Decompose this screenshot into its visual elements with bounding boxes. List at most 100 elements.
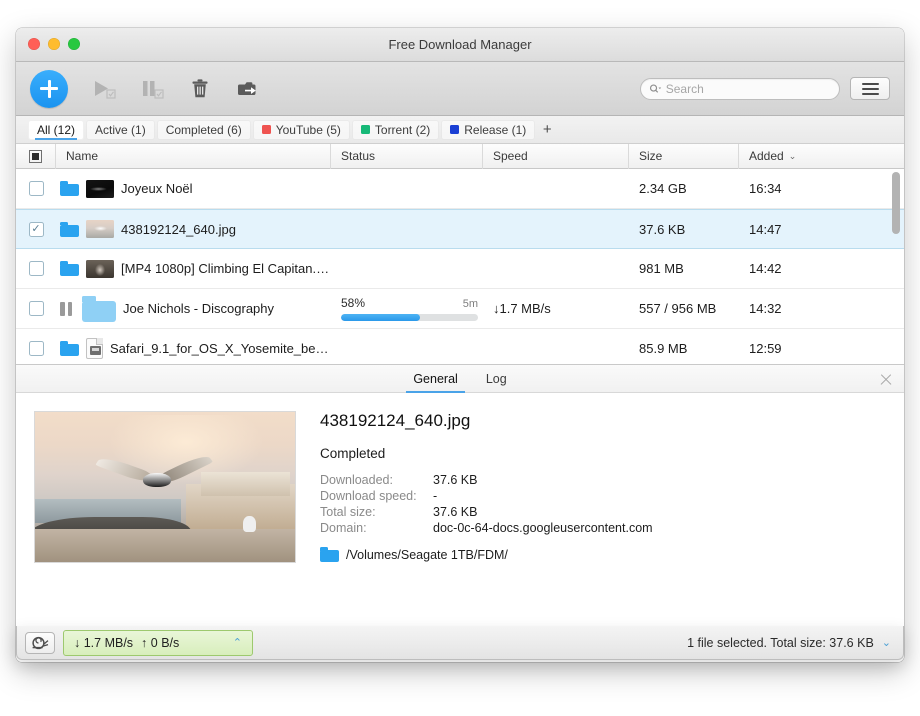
table-row[interactable]: Joe Nichols - Discography 58% 5m ↓1.7 [16,289,904,329]
row-checkbox[interactable] [29,301,44,316]
speed-limit-button[interactable] [25,632,55,654]
column-header-speed[interactable]: Speed [483,144,629,169]
column-header-label: Name [66,149,98,163]
app-menu-button[interactable] [850,77,890,100]
select-all-checkbox-icon[interactable] [29,150,42,163]
row-speed-cell [483,169,629,209]
column-header-label: Status [341,149,375,163]
table-row[interactable]: Joyeux Noël 2.34 GB 16:34 [16,169,904,209]
transfer-speed-indicator[interactable]: ↓ 1.7 MB/s ↑ 0 B/s ⌃ [63,630,253,656]
row-checkbox[interactable] [29,222,44,237]
row-added-cell: 12:59 [739,329,844,365]
delete-download-button[interactable] [178,69,222,109]
filter-tab-label: Completed (6) [166,123,242,137]
row-status-cell [331,329,483,365]
download-path: /Volumes/Seagate 1TB/FDM/ [346,548,508,562]
row-added-cell: 14:47 [739,209,844,249]
file-preview-image [34,411,296,563]
row-select-cell[interactable] [16,169,56,209]
window-titlebar: Free Download Manager [16,28,904,62]
row-size-cell: 557 / 956 MB [629,289,739,329]
row-name-cell: Joyeux Noël [56,169,331,209]
move-to-folder-icon [235,77,261,101]
pause-icon [138,77,166,101]
folder-icon [320,547,339,562]
row-checkbox[interactable] [29,261,44,276]
column-header-size[interactable]: Size [629,144,739,169]
start-download-button[interactable] [82,69,126,109]
filter-tab-youtube[interactable]: YouTube (5) [253,120,350,140]
search-icon [649,83,662,95]
chevron-down-icon[interactable]: ⌄ [882,636,891,649]
chevron-up-icon[interactable]: ⌃ [233,636,242,649]
pause-download-button[interactable] [130,69,174,109]
column-header-label: Size [639,149,662,163]
row-select-cell[interactable] [16,329,56,365]
file-thumbnail [86,260,114,278]
filter-tab-label: Active (1) [95,123,146,137]
detail-file-title: 438192124_640.jpg [320,411,886,431]
table-scrollbar[interactable] [892,172,900,362]
row-added-cell: 14:32 [739,289,844,329]
row-checkbox[interactable] [29,341,44,356]
close-detail-panel-button[interactable] [878,371,894,387]
column-header-label: Added [749,149,784,163]
filter-tab-all[interactable]: All (12) [28,120,84,140]
filter-tab-active[interactable]: Active (1) [86,120,155,140]
select-all-header[interactable] [16,144,56,169]
row-select-cell[interactable] [16,289,56,329]
selection-summary[interactable]: 1 file selected. Total size: 37.6 KB ⌄ [687,636,895,650]
table-row[interactable]: [MP4 1080p] Climbing El Capitan.mp4 981 … [16,249,904,289]
app-window: Free Download Manager [16,28,904,662]
table-row[interactable]: 438192124_640.jpg 37.6 KB 14:47 [16,209,904,249]
download-speed-value: ↓ 1.7 MB/s [74,636,133,650]
row-name-cell: 438192124_640.jpg [56,209,331,249]
row-filename: [MP4 1080p] Climbing El Capitan.mp4 [121,261,331,276]
hamburger-menu-icon [862,83,879,85]
row-size-cell: 2.34 GB [629,169,739,209]
add-filter-tab-button[interactable]: + [537,120,557,140]
disk-image-icon [86,338,103,359]
row-added-cell: 14:42 [739,249,844,289]
filter-tab-torrent[interactable]: Torrent (2) [352,120,439,140]
search-box[interactable] [640,78,840,100]
column-header-status[interactable]: Status [331,144,483,169]
row-added-cell: 16:34 [739,169,844,209]
row-name-cell: Safari_9.1_for_OS_X_Yosemite_beta_3.dmg [56,329,331,365]
filter-tab-label: Torrent (2) [375,123,430,137]
color-swatch-icon [450,125,459,134]
row-name-cell: [MP4 1080p] Climbing El Capitan.mp4 [56,249,331,289]
add-download-button[interactable] [30,70,68,108]
play-icon [90,77,118,101]
detail-tab-label: Log [486,372,507,386]
download-path-row[interactable]: /Volumes/Seagate 1TB/FDM/ [320,547,886,562]
selection-summary-text: 1 file selected. Total size: 37.6 KB [687,636,874,650]
field-label: Total size: [320,505,433,519]
row-select-cell[interactable] [16,209,56,249]
download-table: Name Status Speed Size Added ⌄ [16,144,904,364]
filter-tab-completed[interactable]: Completed (6) [157,120,251,140]
file-thumbnail [86,220,114,238]
column-header-added[interactable]: Added ⌄ [739,144,844,169]
filter-tab-release[interactable]: Release (1) [441,120,535,140]
row-status-cell [331,209,483,249]
pause-icon[interactable] [60,302,75,316]
search-input[interactable] [666,82,831,96]
field-value: 37.6 KB [433,505,886,519]
snail-icon [30,635,50,650]
column-header-name[interactable]: Name [56,144,331,169]
row-size-cell: 981 MB [629,249,739,289]
tab-log[interactable]: Log [483,365,510,393]
scrollbar-thumb[interactable] [892,172,900,234]
detail-status: Completed [320,446,886,461]
detail-panel: General Log [16,364,904,662]
tab-general[interactable]: General [410,365,460,393]
move-download-button[interactable] [226,69,270,109]
filter-tab-label: YouTube (5) [276,123,341,137]
row-speed-cell: ↓1.7 MB/s [483,289,629,329]
row-checkbox[interactable] [29,181,44,196]
status-bar: ↓ 1.7 MB/s ↑ 0 B/s ⌃ 1 file selected. To… [16,626,904,660]
field-value: 37.6 KB [433,473,886,487]
table-row[interactable]: Safari_9.1_for_OS_X_Yosemite_beta_3.dmg … [16,329,904,364]
row-select-cell[interactable] [16,249,56,289]
